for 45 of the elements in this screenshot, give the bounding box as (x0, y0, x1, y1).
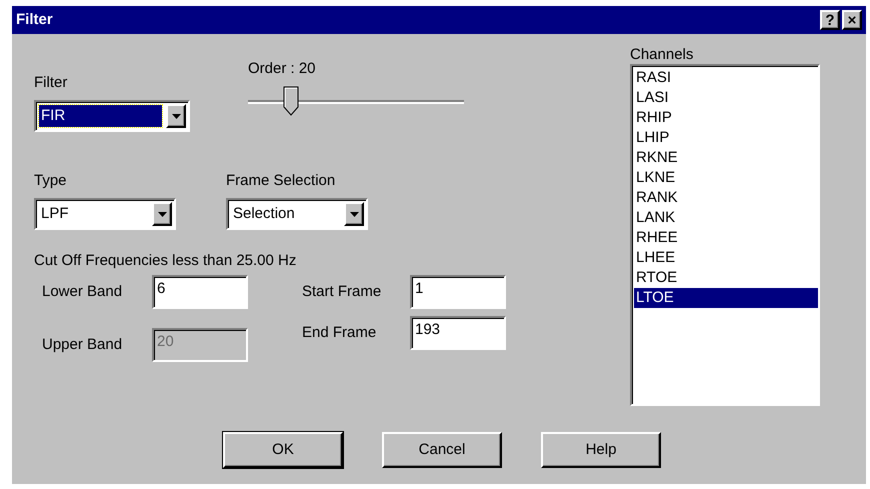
field-label: Frame Selection (226, 172, 336, 190)
field-label: Filter (34, 74, 68, 92)
dropdown-arrow-button[interactable] (344, 202, 364, 226)
input-field[interactable]: 193 (410, 316, 506, 350)
list-item[interactable]: LHIP (634, 128, 818, 148)
input-field[interactable]: 6 (152, 275, 248, 309)
dialog-button[interactable]: OK (223, 432, 343, 468)
list-item[interactable]: LANK (634, 208, 818, 228)
list-item[interactable]: RHIP (634, 108, 818, 128)
dialog-button[interactable]: Cancel (382, 432, 502, 468)
field-label: End Frame (302, 322, 378, 343)
channels-label: Channels (630, 46, 694, 64)
list-item[interactable]: RASI (634, 68, 818, 88)
dropdown-arrow-button[interactable] (152, 202, 172, 226)
caret-down-icon (172, 114, 180, 118)
close-button[interactable]: × (842, 10, 862, 30)
dropdown[interactable]: FIR (34, 100, 190, 132)
dialog-button[interactable]: Help (541, 432, 661, 468)
list-item[interactable]: LKNE (634, 168, 818, 188)
field-label: Start Frame (302, 282, 382, 302)
cutoff-text: Cut Off Frequencies less than 25.00 Hz (34, 252, 298, 269)
dropdown-arrow-button[interactable] (166, 104, 186, 128)
dropdown[interactable]: LPF (34, 198, 176, 230)
dropdown[interactable]: Selection (226, 198, 368, 230)
help-button[interactable]: ? (820, 10, 840, 30)
list-item[interactable]: LHEE (634, 248, 818, 268)
caret-down-icon (350, 212, 358, 216)
field-label: Type (34, 172, 68, 190)
list-item[interactable]: RTOE (634, 268, 818, 288)
order-label: Order : 20 (248, 60, 317, 78)
dropdown-value: Selection (232, 204, 296, 224)
window-title: Filter (16, 10, 54, 30)
list-item[interactable]: RKNE (634, 148, 818, 168)
dropdown-value: FIR (39, 105, 162, 127)
list-item[interactable]: LASI (634, 88, 818, 108)
field-label: Lower Band (42, 282, 124, 302)
list-item[interactable]: RHEE (634, 228, 818, 248)
field-label: Upper Band (42, 334, 124, 355)
list-item[interactable]: RANK (634, 188, 818, 208)
dropdown-value: LPF (40, 204, 70, 224)
input-field[interactable]: 1 (410, 275, 506, 309)
slider-thumb[interactable] (283, 86, 300, 116)
caret-down-icon (158, 212, 166, 216)
list-item[interactable]: LTOE (634, 288, 818, 308)
channels-list[interactable]: RASI LASI RHIP LHIP RKNE LKNE RANK LANK RHEE LHEE RTOE LTOE (630, 64, 820, 406)
